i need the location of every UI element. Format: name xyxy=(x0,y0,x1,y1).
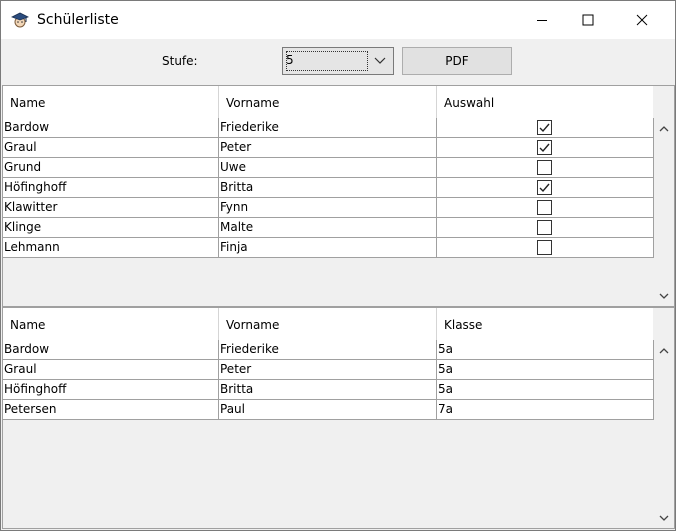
column-header-vorname[interactable]: Vorname xyxy=(219,86,437,118)
cell-name: Graul xyxy=(3,138,219,158)
scroll-down-button[interactable] xyxy=(654,286,674,306)
scroll-up-button[interactable] xyxy=(654,118,674,138)
cell-auswahl xyxy=(437,198,654,218)
chevron-down-icon xyxy=(374,57,386,64)
minimize-icon xyxy=(537,20,547,21)
cell-klasse: 5a xyxy=(437,340,654,360)
checkmark-icon xyxy=(539,183,550,193)
table-row[interactable]: Bardow Friederike 5a xyxy=(3,340,654,360)
cell-klasse: 5a xyxy=(437,360,654,380)
auswahl-checkbox[interactable] xyxy=(537,140,552,155)
column-header-klasse[interactable]: Klasse xyxy=(437,308,654,340)
cell-vorname: Britta xyxy=(219,380,437,400)
table-row[interactable]: Klawitter Fynn xyxy=(3,198,654,218)
column-header-vorname[interactable]: Vorname xyxy=(219,308,437,340)
cell-auswahl xyxy=(437,238,654,258)
cell-auswahl xyxy=(437,118,654,138)
stufe-value: 5 xyxy=(286,53,294,67)
pdf-button[interactable]: PDF xyxy=(402,47,512,75)
app-window: Schülerliste Stufe: 5 PDF Name Vorname A… xyxy=(0,0,676,531)
cell-name: Höfinghoff xyxy=(3,178,219,198)
maximize-button[interactable] xyxy=(565,1,611,39)
minimize-button[interactable] xyxy=(519,1,565,39)
cell-name: Bardow xyxy=(3,340,219,360)
cell-name: Höfinghoff xyxy=(3,380,219,400)
column-header-auswahl[interactable]: Auswahl xyxy=(437,86,654,118)
cell-vorname: Malte xyxy=(219,218,437,238)
vertical-scrollbar[interactable] xyxy=(654,340,674,528)
column-header-name[interactable]: Name xyxy=(3,86,219,118)
stufe-dropdown[interactable]: 5 xyxy=(282,47,394,75)
scroll-down-button[interactable] xyxy=(654,508,674,528)
table-row[interactable]: Höfinghoff Britta xyxy=(3,178,654,198)
auswahl-checkbox[interactable] xyxy=(537,220,552,235)
cell-vorname: Finja xyxy=(219,238,437,258)
cell-auswahl xyxy=(437,178,654,198)
title-bar[interactable]: Schülerliste xyxy=(1,1,675,39)
scroll-down-icon xyxy=(659,515,669,521)
table-row[interactable]: Graul Peter xyxy=(3,138,654,158)
scroll-up-icon xyxy=(659,125,669,131)
checkmark-icon xyxy=(539,143,550,153)
cell-name: Klawitter xyxy=(3,198,219,218)
cell-vorname: Peter xyxy=(219,138,437,158)
table-row[interactable]: Bardow Friederike xyxy=(3,118,654,138)
table-row[interactable]: Höfinghoff Britta 5a xyxy=(3,380,654,400)
cell-vorname: Britta xyxy=(219,178,437,198)
cell-name: Bardow xyxy=(3,118,219,138)
dropdown-arrow[interactable] xyxy=(367,48,393,74)
cell-vorname: Uwe xyxy=(219,158,437,178)
column-header-name[interactable]: Name xyxy=(3,308,219,340)
cell-klasse: 5a xyxy=(437,380,654,400)
cell-name: Petersen xyxy=(3,400,219,420)
window-title: Schülerliste xyxy=(37,12,119,28)
cell-auswahl xyxy=(437,138,654,158)
cell-name: Graul xyxy=(3,360,219,380)
cell-name: Lehmann xyxy=(3,238,219,258)
vertical-scrollbar[interactable] xyxy=(654,118,674,306)
cell-vorname: Friederike xyxy=(219,340,437,360)
cell-auswahl xyxy=(437,218,654,238)
maximize-icon xyxy=(582,14,594,26)
cell-klasse: 7a xyxy=(437,400,654,420)
auswahl-checkbox[interactable] xyxy=(537,180,552,195)
cell-vorname: Paul xyxy=(219,400,437,420)
cell-vorname: Peter xyxy=(219,360,437,380)
table-row[interactable]: Petersen Paul 7a xyxy=(3,400,654,420)
table-row[interactable]: Grund Uwe xyxy=(3,158,654,178)
scroll-up-icon xyxy=(659,347,669,353)
table-row[interactable]: Lehmann Finja xyxy=(3,238,654,258)
cell-vorname: Friederike xyxy=(219,118,437,138)
table-header: Name Vorname Klasse xyxy=(3,308,654,340)
close-icon xyxy=(636,14,648,26)
header-corner xyxy=(653,86,674,118)
table-row[interactable]: Klinge Malte xyxy=(3,218,654,238)
scroll-down-icon xyxy=(659,293,669,299)
close-button[interactable] xyxy=(619,1,665,39)
auswahl-checkbox[interactable] xyxy=(537,240,552,255)
toolbar: Stufe: 5 PDF xyxy=(1,39,675,85)
student-cap-icon xyxy=(11,12,29,28)
cell-auswahl xyxy=(437,158,654,178)
table-row[interactable]: Graul Peter 5a xyxy=(3,360,654,380)
selection-table: Name Vorname Auswahl Bardow Friederike G… xyxy=(2,85,675,307)
class-table: Name Vorname Klasse Bardow Friederike 5a… xyxy=(2,307,675,529)
stufe-label: Stufe: xyxy=(162,54,198,68)
auswahl-checkbox[interactable] xyxy=(537,200,552,215)
cell-vorname: Fynn xyxy=(219,198,437,218)
scroll-up-button[interactable] xyxy=(654,340,674,360)
auswahl-checkbox[interactable] xyxy=(537,160,552,175)
focus-rect xyxy=(286,51,368,71)
table-header: Name Vorname Auswahl xyxy=(3,86,654,118)
cell-name: Grund xyxy=(3,158,219,178)
checkmark-icon xyxy=(539,123,550,133)
cell-name: Klinge xyxy=(3,218,219,238)
header-corner xyxy=(653,308,674,340)
auswahl-checkbox[interactable] xyxy=(537,120,552,135)
